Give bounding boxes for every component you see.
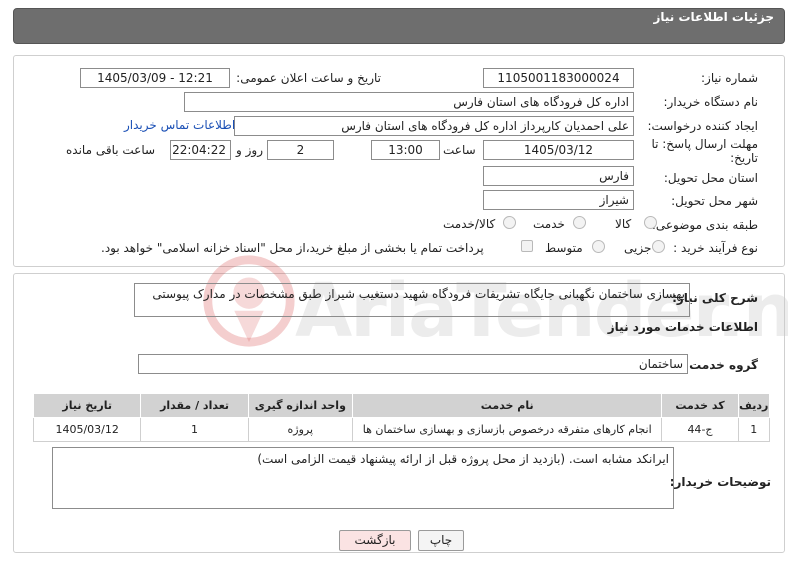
cell-service-name: انجام کارهای متفرقه درخصوص بازسازی و بهس… [351, 417, 663, 442]
services-section-title: اطلاعات خدمات مورد نیاز [607, 320, 758, 334]
process-radio-medium[interactable] [592, 240, 605, 253]
cell-unit: پروژه [247, 417, 353, 442]
buyer-contact-link[interactable]: اطلاعات تماس خریدار [124, 118, 235, 132]
cell-service-code: ج-44 [661, 417, 739, 442]
process-radio-minor[interactable] [652, 240, 665, 253]
category-option-service: خدمت [533, 217, 565, 231]
days-label: روز و [236, 143, 263, 157]
need-number-label: شماره نیاز: [701, 71, 758, 85]
print-button[interactable]: چاپ [418, 530, 464, 551]
city-field: شیراز [483, 190, 634, 210]
cell-quantity: 1 [140, 417, 249, 442]
cell-row-number: 1 [737, 417, 771, 442]
remaining-time-label: ساعت باقی مانده [66, 143, 156, 157]
remaining-time-field: 22:04:22 [170, 140, 231, 160]
table-row: 1 ج-44 انجام کارهای متفرقه درخصوص بازساز… [32, 417, 771, 442]
category-radio-goods-service[interactable] [503, 216, 516, 229]
deadline-label: مهلت ارسال پاسخ: تا [651, 137, 758, 151]
services-table: ردیف کد خدمت نام خدمت واحد اندازه گیری ت… [32, 393, 771, 442]
deadline-label-date: تاریخ: [730, 151, 758, 165]
col-header-service-name: نام خدمت [351, 393, 663, 418]
page-title: جزئیات اطلاعات نیاز [653, 10, 774, 24]
province-field: فارس [483, 166, 634, 186]
deadline-time-label: ساعت [443, 143, 476, 157]
category-radio-goods[interactable] [644, 216, 657, 229]
days-remaining-field: 2 [267, 140, 334, 160]
category-radio-service[interactable] [573, 216, 586, 229]
announce-date-field: 1405/03/09 - 12:21 [80, 68, 230, 88]
province-label: استان محل تحویل: [663, 171, 758, 185]
description-textarea[interactable]: بهسازی ساختمان نگهبانی جایگاه تشریفات فر… [134, 283, 690, 317]
creator-field: علی احمدیان کارپرداز اداره کل فرودگاه ها… [234, 116, 634, 136]
col-header-unit: واحد اندازه گیری [247, 393, 353, 418]
service-group-label: گروه خدمت: [684, 358, 758, 372]
back-button[interactable]: بازگشت [339, 530, 411, 551]
announce-date-label: تاریخ و ساعت اعلان عمومی: [236, 71, 381, 85]
category-option-goods-service: کالا/خدمت [443, 217, 496, 231]
process-option-minor: جزیی [624, 241, 652, 255]
col-header-row-number: ردیف [737, 393, 771, 418]
cell-need-date: 1405/03/12 [32, 417, 142, 442]
category-label: طبقه بندی موضوعی: [651, 218, 758, 232]
process-option-medium: متوسط [545, 241, 583, 255]
city-label: شهر محل تحویل: [671, 194, 758, 208]
col-header-quantity: تعداد / مقدار [140, 393, 249, 418]
buyer-notes-textarea[interactable]: ایرانکد مشابه است. (بازدید از محل پروژه … [52, 447, 674, 509]
buyer-org-field: اداره کل فرودگاه های استان فارس [184, 92, 634, 112]
col-header-need-date: تاریخ نیاز [32, 393, 142, 418]
buyer-notes-label: توضیحات خریدار: [669, 475, 771, 489]
treasury-payment-checkbox[interactable] [521, 240, 533, 252]
process-label: نوع فرآیند خرید : [673, 241, 758, 255]
need-number-field: 1105001183000024 [483, 68, 634, 88]
buyer-org-label: نام دستگاه خریدار: [663, 95, 759, 109]
category-option-goods: کالا [615, 217, 632, 231]
table-header-row: ردیف کد خدمت نام خدمت واحد اندازه گیری ت… [32, 393, 771, 418]
deadline-time-field: 13:00 [371, 140, 440, 160]
service-group-field: ساختمان [138, 354, 688, 374]
col-header-service-code: کد خدمت [661, 393, 739, 418]
creator-label: ایجاد کننده درخواست: [647, 119, 758, 133]
deadline-date-field: 1405/03/12 [483, 140, 634, 160]
